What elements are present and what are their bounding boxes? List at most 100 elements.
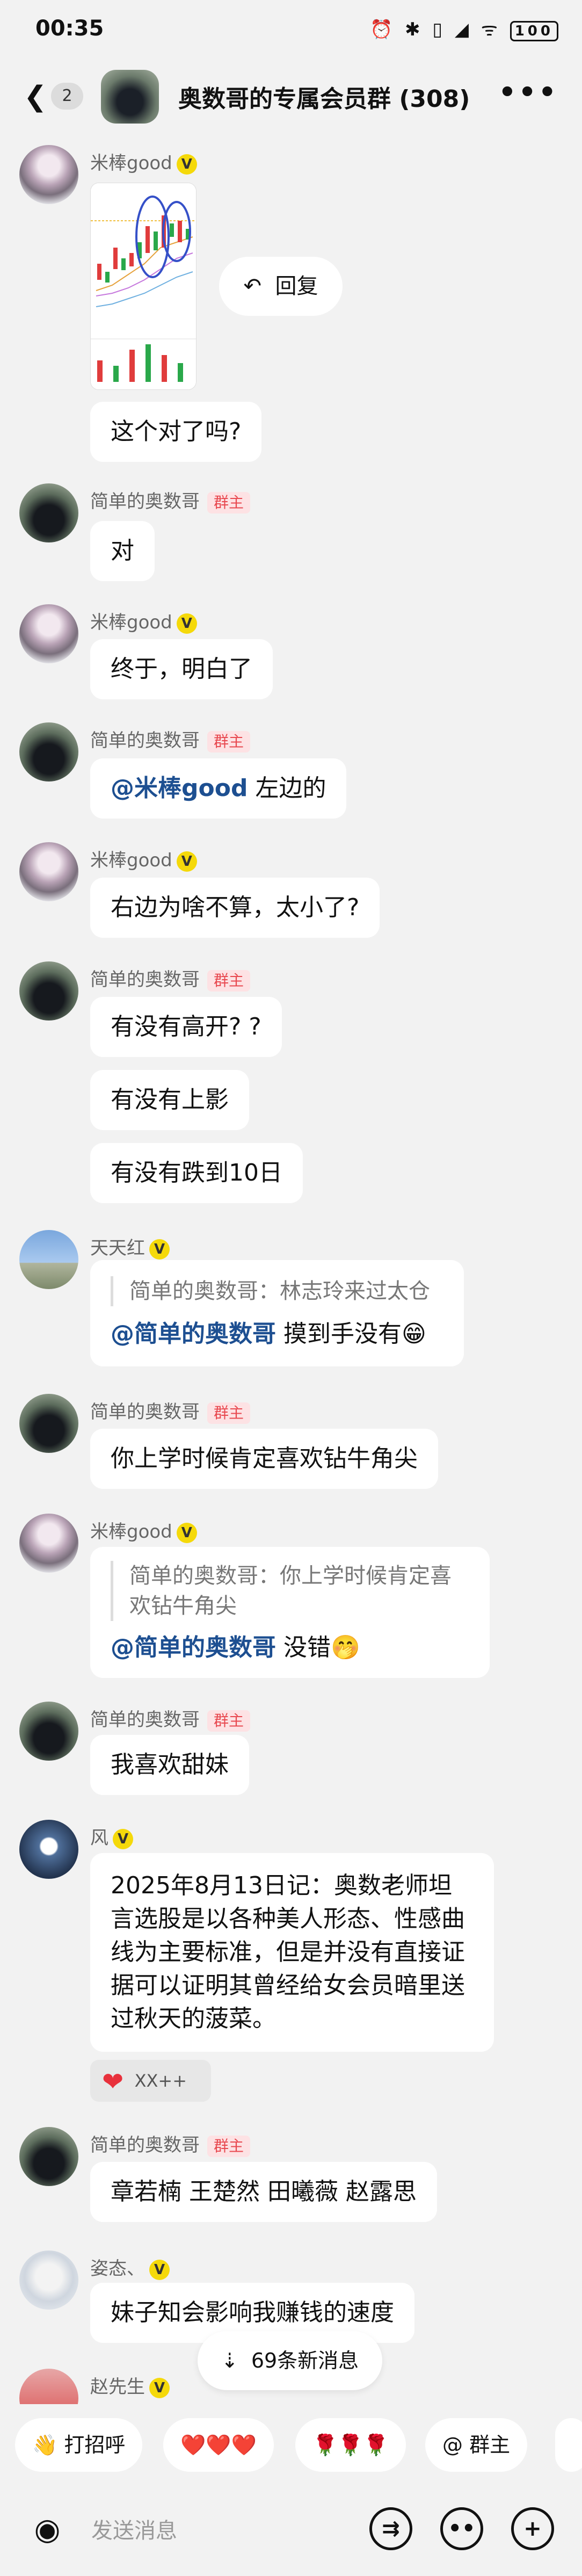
- sender-name-text: 米棒good: [90, 153, 172, 174]
- sender-name-text: 米棒good: [90, 1521, 172, 1543]
- chip-roses[interactable]: 🌹🌹🌹: [295, 2418, 406, 2472]
- sender-name[interactable]: 姿态、 V: [90, 2254, 170, 2280]
- reply-icon: ↶: [243, 274, 262, 299]
- message-text: 左边的: [248, 775, 326, 802]
- sender-name-text: 姿态、: [90, 2258, 145, 2280]
- stock-chart-thumbnail: [91, 183, 196, 389]
- chip-greet[interactable]: 👋 打招呼: [15, 2418, 143, 2472]
- avatar[interactable]: [19, 2251, 78, 2310]
- new-messages-label: 69条新消息: [251, 2349, 359, 2372]
- sender-name[interactable]: 米棒good V: [90, 1517, 197, 1543]
- sender-name-text: 风: [90, 1827, 108, 1849]
- message-text: 没错🤭: [276, 1634, 360, 1661]
- system-status-icons: ⏰ ✱ ▯ ◢ ᯤ: [369, 19, 501, 40]
- heart-icon: ❤: [102, 2067, 124, 2097]
- mention-link[interactable]: @简单的奥数哥: [111, 1634, 276, 1661]
- new-messages-button[interactable]: ⇣ 69条新消息: [198, 2331, 382, 2390]
- owner-badge: 群主: [207, 2135, 251, 2157]
- quoted-message[interactable]: 简单的奥数哥：林志玲来过太仓: [111, 1276, 443, 1306]
- avatar[interactable]: [19, 1514, 78, 1573]
- sender-name-text: 赵先生: [90, 2376, 145, 2398]
- avatar[interactable]: [19, 2369, 78, 2404]
- message-input[interactable]: 发送消息: [91, 2505, 177, 2557]
- group-avatar[interactable]: [101, 70, 159, 124]
- mention-link[interactable]: @米棒good: [111, 775, 248, 802]
- sender-name[interactable]: 米棒good V: [90, 845, 197, 872]
- battery-icon: 100: [510, 21, 558, 41]
- owner-badge: 群主: [207, 1710, 251, 1732]
- emoji-icon[interactable]: ••: [440, 2507, 483, 2550]
- sender-name[interactable]: 天天红 V: [90, 1233, 170, 1260]
- avatar[interactable]: [19, 961, 78, 1021]
- sender-name[interactable]: 米棒good V: [90, 607, 197, 634]
- sender-name-text: 简单的奥数哥: [90, 730, 200, 751]
- reaction-chip[interactable]: ❤ XX++: [90, 2060, 211, 2102]
- avatar[interactable]: [19, 604, 78, 663]
- message-bubble[interactable]: 有没有上影: [90, 1070, 249, 1130]
- voice-icon[interactable]: ⇉: [369, 2507, 412, 2550]
- avatar[interactable]: [19, 1230, 78, 1289]
- message-bubble[interactable]: @米棒good 左边的: [90, 758, 347, 819]
- quoted-message[interactable]: 简单的奥数哥：你上学时候肯定喜欢钻牛角尖: [111, 1561, 469, 1621]
- sender-name[interactable]: 简单的奥数哥 群主: [90, 2130, 251, 2157]
- unread-count-badge[interactable]: 2: [51, 83, 83, 110]
- chip-more[interactable]: [555, 2418, 582, 2472]
- sender-name[interactable]: 简单的奥数哥 群主: [90, 965, 251, 992]
- vip-badge: V: [176, 851, 197, 872]
- vip-badge: V: [149, 2259, 170, 2280]
- message-bubble-with-quote[interactable]: 简单的奥数哥：林志玲来过太仓 @简单的奥数哥 摸到手没有😁: [90, 1260, 464, 1366]
- sender-name[interactable]: 简单的奥数哥 群主: [90, 487, 251, 513]
- status-icons: ⏰ ✱ ▯ ◢ ᯤ 100: [370, 16, 558, 41]
- message-bubble[interactable]: 终于，明白了: [90, 639, 273, 699]
- message-bubble[interactable]: 你上学时候肯定喜欢钻牛角尖: [90, 1429, 438, 1489]
- owner-badge: 群主: [207, 730, 251, 752]
- message-bubble[interactable]: 有没有高开? ?: [90, 997, 282, 1057]
- avatar[interactable]: [19, 722, 78, 782]
- message-bubble[interactable]: 我喜欢甜妹: [90, 1735, 249, 1795]
- message-bubble[interactable]: 对: [90, 521, 155, 581]
- message-bubble[interactable]: 有没有跌到10日: [90, 1143, 303, 1203]
- avatar[interactable]: [19, 1820, 78, 1879]
- avatar[interactable]: [19, 842, 78, 901]
- double-chevron-down-icon: ⇣: [221, 2349, 238, 2372]
- group-title[interactable]: 奥数哥的专属会员群 (308): [178, 79, 470, 114]
- status-bar: 00:35 ⏰ ✱ ▯ ◢ ᯤ 100: [0, 0, 582, 59]
- sender-name[interactable]: 赵先生 V: [90, 2372, 170, 2398]
- sender-name-text: 简单的奥数哥: [90, 1401, 200, 1423]
- sender-name-text: 简单的奥数哥: [90, 1709, 200, 1731]
- chip-hearts[interactable]: ❤️❤️❤️: [163, 2418, 274, 2472]
- message-bubble[interactable]: 这个对了吗?: [90, 402, 262, 462]
- vip-badge: V: [176, 1522, 197, 1543]
- avatar[interactable]: [19, 145, 78, 204]
- message-bubble[interactable]: 2025年8月13日记：奥数老师坦言选股是以各种美人形态、性感曲线为主要标准，但…: [90, 1853, 494, 2052]
- avatar[interactable]: [19, 2127, 78, 2186]
- avatar[interactable]: [19, 1702, 78, 1761]
- mention-link[interactable]: @简单的奥数哥: [111, 1320, 276, 1348]
- back-icon[interactable]: ❮: [24, 81, 47, 113]
- quick-reply-bar: 👋 打招呼 ❤️❤️❤️ 🌹🌹🌹 @ 群主: [0, 2413, 582, 2477]
- message-bubble[interactable]: 章若楠 王楚然 田曦薇 赵露思: [90, 2162, 437, 2222]
- sender-name-text: 米棒good: [90, 612, 172, 633]
- vip-badge: V: [176, 613, 197, 634]
- avatar[interactable]: [19, 1394, 78, 1453]
- reaction-users: XX++: [134, 2071, 187, 2091]
- sender-name[interactable]: 米棒good V: [90, 148, 197, 175]
- chip-mention-owner[interactable]: @ 群主: [425, 2418, 528, 2472]
- sender-name[interactable]: 简单的奥数哥 群主: [90, 1397, 251, 1424]
- sender-name[interactable]: 简单的奥数哥 群主: [90, 1705, 251, 1732]
- sender-name[interactable]: 风V: [90, 1823, 133, 1849]
- avatar[interactable]: [19, 483, 78, 542]
- message-bubble[interactable]: 右边为啥不算，太小了?: [90, 878, 380, 938]
- sender-name[interactable]: 简单的奥数哥 群主: [90, 726, 251, 752]
- stock-chart-image[interactable]: [90, 183, 197, 390]
- vip-badge: V: [149, 1239, 170, 1260]
- camera-icon[interactable]: ◉: [27, 2509, 68, 2550]
- message-bubble-with-quote[interactable]: 简单的奥数哥：你上学时候肯定喜欢钻牛角尖 @简单的奥数哥 没错🤭: [90, 1547, 490, 1678]
- add-icon[interactable]: +: [511, 2507, 554, 2550]
- owner-badge: 群主: [207, 491, 251, 513]
- more-options-icon[interactable]: •••: [498, 76, 558, 108]
- vip-badge: V: [176, 154, 197, 175]
- reply-button[interactable]: ↶ 回复: [219, 257, 343, 316]
- status-time: 00:35: [35, 16, 104, 41]
- vip-badge: V: [113, 1828, 133, 1849]
